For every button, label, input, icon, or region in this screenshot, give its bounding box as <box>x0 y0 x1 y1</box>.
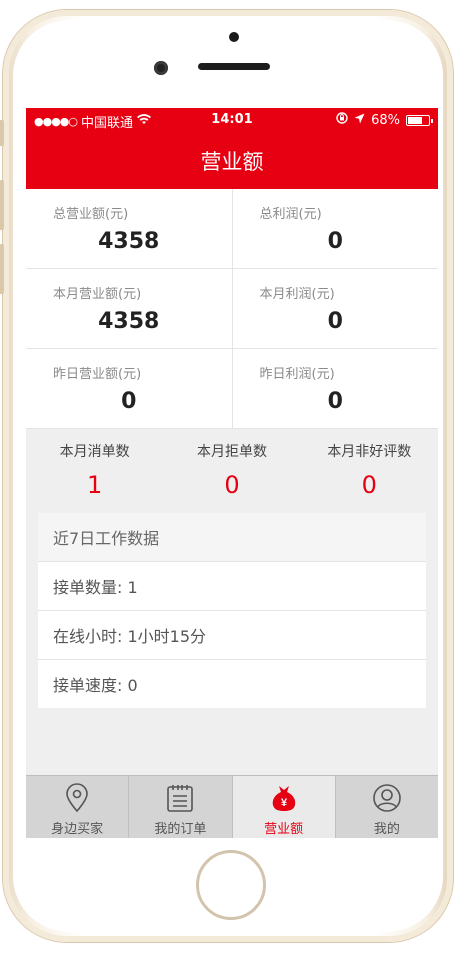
metric-value: 4358 <box>98 229 160 254</box>
metric-value: 0 <box>121 389 137 414</box>
volume-down-button <box>0 244 4 294</box>
earpiece <box>198 63 270 70</box>
battery-percent: 68% <box>371 112 400 128</box>
metric-total-profit: 总利润(元) 0 <box>231 189 439 268</box>
metric-label: 本月利润(元) <box>259 287 335 302</box>
tab-bar: 身边买家 我的订单 ¥ 营业额 我的 <box>26 775 438 838</box>
metric-yesterday-revenue: 昨日营业额(元) 0 <box>26 349 232 428</box>
metrics-row-yesterday: 昨日营业额(元) 0 昨日利润(元) 0 <box>26 349 438 429</box>
metric-month-revenue: 本月营业额(元) 4358 <box>26 269 232 348</box>
weekly-orders-accepted: 接单数量: 1 <box>38 562 426 611</box>
tab-label: 我的订单 <box>154 822 207 837</box>
tab-label: 身边买家 <box>51 822 104 837</box>
metric-value: 0 <box>327 309 343 334</box>
front-sensor <box>229 32 239 42</box>
order-list-icon <box>165 783 195 813</box>
weekly-card-title: 近7日工作数据 <box>38 513 426 562</box>
page-title: 营业额 <box>200 149 264 174</box>
tab-my-orders[interactable]: 我的订单 <box>128 776 231 838</box>
count-rejected: 本月拒单数 0 <box>163 429 300 513</box>
status-bar: ●●●●○ 中国联通 14:01 68% <box>26 108 438 133</box>
count-value: 1 <box>87 471 103 499</box>
metric-value: 0 <box>327 389 343 414</box>
metric-label: 昨日营业额(元) <box>53 367 142 382</box>
metrics-row-total: 总营业额(元) 4358 总利润(元) 0 <box>26 189 438 269</box>
mute-switch <box>0 120 4 146</box>
battery-fill <box>408 116 422 124</box>
status-right: 68% <box>336 112 433 128</box>
volume-up-button <box>0 180 4 230</box>
metric-label: 总营业额(元) <box>53 207 129 222</box>
count-label: 本月消单数 <box>59 444 130 460</box>
metric-total-revenue: 总营业额(元) 4358 <box>26 189 232 268</box>
tab-label: 营业额 <box>264 822 304 837</box>
location-arrow-icon <box>354 113 365 128</box>
metrics-grid: 总营业额(元) 4358 总利润(元) 0 本月营业额(元) 4358 本月利润… <box>26 189 438 429</box>
count-non-positive-reviews: 本月非好评数 0 <box>301 429 438 513</box>
battery-icon <box>406 114 433 126</box>
app-screen: ●●●●○ 中国联通 14:01 68% 营业额 总营业额(元) 4358 总利… <box>26 108 438 838</box>
weekly-work-card: 近7日工作数据 接单数量: 1 在线小时: 1小时15分 接单速度: 0 <box>38 513 426 708</box>
metric-label: 总利润(元) <box>259 207 322 222</box>
monthly-counts: 本月消单数 1 本月拒单数 0 本月非好评数 0 <box>26 429 438 513</box>
count-label: 本月拒单数 <box>196 444 267 460</box>
metric-label: 昨日利润(元) <box>259 367 335 382</box>
metric-month-profit: 本月利润(元) 0 <box>231 269 439 348</box>
metric-value: 0 <box>327 229 343 254</box>
home-button[interactable] <box>196 850 266 920</box>
user-icon <box>372 783 402 813</box>
page-title-bar: 营业额 <box>26 132 438 189</box>
front-camera <box>154 61 168 75</box>
tab-label: 我的 <box>373 822 400 837</box>
weekly-accept-speed: 接单速度: 0 <box>53 676 138 695</box>
count-value: 0 <box>361 471 377 499</box>
metric-value: 4358 <box>98 309 160 334</box>
svg-text:¥: ¥ <box>281 797 288 809</box>
metric-yesterday-profit: 昨日利润(元) 0 <box>231 349 439 428</box>
money-bag-icon: ¥ <box>269 783 299 813</box>
count-cancelled: 本月消单数 1 <box>26 429 163 513</box>
tab-revenue[interactable]: ¥ 营业额 <box>231 776 335 838</box>
count-label: 本月非好评数 <box>327 444 412 460</box>
tab-profile[interactable]: 我的 <box>334 776 438 838</box>
lock-rotation-icon <box>336 112 348 128</box>
weekly-online-hours: 在线小时: 1小时15分 <box>38 611 426 660</box>
location-pin-icon <box>64 783 90 813</box>
count-value: 0 <box>224 471 240 499</box>
metric-label: 本月营业额(元) <box>53 287 142 302</box>
tab-nearby-buyers[interactable]: 身边买家 <box>26 776 128 838</box>
metrics-row-month: 本月营业额(元) 4358 本月利润(元) 0 <box>26 269 438 349</box>
